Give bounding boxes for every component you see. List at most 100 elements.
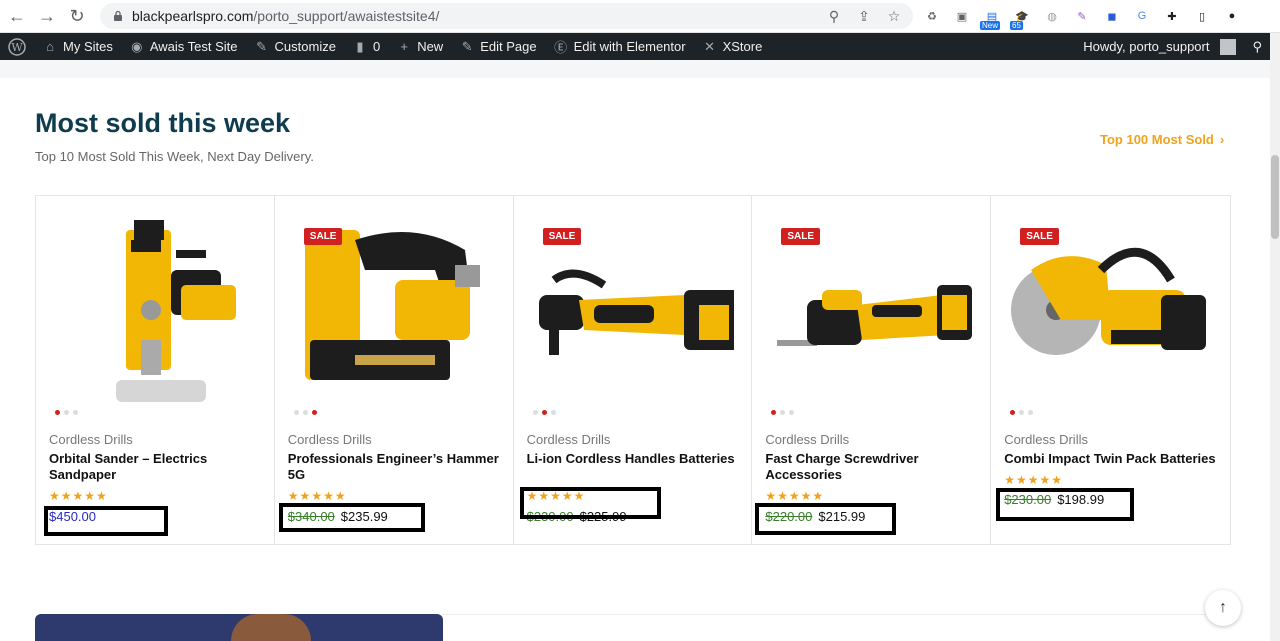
elementor-icon: Ⓔ: [554, 40, 568, 55]
price-highlight-box: [996, 488, 1135, 521]
carousel-dot[interactable]: [311, 410, 317, 415]
recycle-ext-icon[interactable]: ♻: [922, 6, 942, 26]
puzzle-ext-icon[interactable]: ✚: [1162, 6, 1182, 26]
carousel-dot[interactable]: [1019, 410, 1025, 415]
reload-icon[interactable]: ↻: [64, 3, 90, 29]
carousel-dot[interactable]: [1010, 410, 1016, 415]
sale-badge: SALE: [542, 228, 582, 245]
home-icon: ⌂: [46, 39, 54, 54]
product-card[interactable]: SALE Cordless Drills Fast Charge Screwdriv…: [752, 196, 992, 544]
sale-badge: SALE: [781, 228, 821, 245]
address-bar[interactable]: blackpearlspro.com/porto_support/awaiste…: [100, 3, 913, 29]
product-card[interactable]: SALE Cordless Drills Professionals Enginee…: [275, 196, 514, 544]
product-name[interactable]: Fast Charge Screwdriver Accessories: [765, 451, 980, 483]
price-highlight-box: [44, 506, 168, 536]
product-card[interactable]: SALE Cordless Drills Li-ion Cordless Handl…: [514, 196, 753, 544]
product-name[interactable]: Professionals Engineer’s Hammer 5G: [288, 451, 503, 483]
url-path: /porto_support/awaistestsite4/: [253, 8, 440, 24]
camera-ext-icon[interactable]: ▣: [952, 6, 972, 26]
admin-item-awais-test-site[interactable]: ◉ Awais Test Site: [121, 33, 246, 60]
carousel-dot[interactable]: [780, 410, 786, 415]
brush-icon: ✎: [256, 38, 267, 54]
ext-glyph: ◍: [1047, 10, 1057, 23]
sidebar-ext-icon[interactable]: ▯: [1192, 6, 1212, 26]
ext-badge: New: [980, 21, 1001, 30]
comment-icon: ▮: [356, 38, 364, 54]
carousel-dot[interactable]: [532, 410, 538, 415]
product-category[interactable]: Cordless Drills: [288, 432, 372, 447]
ext-glyph: ✚: [1167, 10, 1177, 23]
product-image[interactable]: [56, 210, 256, 406]
carousel-dot[interactable]: [55, 410, 60, 415]
admin-item-new[interactable]: + New: [388, 33, 451, 60]
admin-item-my-sites[interactable]: ⌂ My Sites: [34, 33, 121, 60]
new-ext-icon[interactable]: ▤ New: [980, 6, 1002, 30]
pen-ext-icon[interactable]: ✎: [1072, 6, 1092, 26]
extensions-area: ♻ ▣ ▤ New 🎓 65 ◍ ✎ ◼ G ✚ ▯ ●: [922, 6, 1242, 30]
admin-item-edit-page[interactable]: ✎ Edit Page: [451, 33, 544, 60]
plus-icon: +: [400, 39, 408, 54]
url-text: blackpearlspro.com/porto_support/awaiste…: [132, 8, 439, 24]
sale-badge: SALE: [1020, 228, 1059, 245]
ext-glyph: ▣: [956, 10, 968, 23]
image-carousel-dots: [293, 410, 317, 415]
image-carousel-dots: [55, 410, 78, 415]
admin-item-0[interactable]: ▮ 0: [344, 33, 388, 60]
image-carousel-dots: [771, 410, 795, 415]
divider: [443, 614, 1230, 615]
ext-glyph: ▯: [1198, 10, 1206, 23]
carousel-dot[interactable]: [789, 410, 795, 415]
pencil-icon: ✎: [461, 38, 473, 54]
carousel-dot[interactable]: [1028, 410, 1034, 415]
share-icon[interactable]: ⇪: [855, 7, 873, 25]
product-category[interactable]: Cordless Drills: [527, 432, 611, 447]
product-category[interactable]: Cordless Drills: [49, 432, 133, 447]
product-card[interactable]: Cordless Drills Orbital Sander – Electric…: [36, 196, 275, 544]
product-name[interactable]: Li-ion Cordless Handles Batteries: [527, 451, 742, 467]
globe-ext-icon[interactable]: ◍: [1042, 6, 1062, 26]
carousel-dot[interactable]: [541, 410, 547, 415]
product-name[interactable]: Combi Impact Twin Pack Batteries: [1004, 451, 1219, 467]
scrollbar-thumb[interactable]: [1271, 155, 1279, 239]
carousel-dot[interactable]: [293, 410, 299, 415]
scrollbar-track[interactable]: [1270, 33, 1280, 641]
price-highlight-box: [278, 503, 425, 532]
ext-badge: 65: [1010, 21, 1023, 30]
admin-search-icon[interactable]: ⚲: [1244, 33, 1270, 60]
rating-stars: ★★★★★: [49, 489, 108, 503]
back-icon[interactable]: ←: [4, 3, 30, 29]
carousel-dot[interactable]: [302, 410, 308, 415]
carousel-dot[interactable]: [64, 410, 69, 415]
rating-stars: ★★★★★: [765, 489, 825, 503]
top-100-label: Top 100 Most Sold: [1100, 132, 1214, 147]
video-ext-icon[interactable]: ◼: [1102, 6, 1122, 26]
price-highlight-box: [755, 503, 897, 535]
product-name[interactable]: Orbital Sander – Electrics Sandpaper: [49, 451, 264, 483]
admin-item-label: XStore: [722, 39, 763, 54]
profile-ext-icon[interactable]: ●: [1222, 6, 1242, 26]
zoom-icon[interactable]: ⚲: [825, 7, 843, 25]
forward-icon[interactable]: →: [34, 3, 60, 29]
top-100-link[interactable]: Top 100 Most Sold ›: [1100, 132, 1224, 147]
bookmark-star-icon[interactable]: ☆: [885, 7, 903, 25]
howdy-user[interactable]: Howdy, porto_support: [1075, 33, 1244, 60]
carousel-dot[interactable]: [73, 410, 78, 415]
grad-ext-icon[interactable]: 🎓 65: [1010, 6, 1032, 30]
admin-item-customize[interactable]: ✎ Customize: [246, 33, 344, 60]
product-category[interactable]: Cordless Drills: [1004, 432, 1088, 447]
rating-stars: ★★★★★: [287, 489, 347, 503]
translate-ext-icon[interactable]: G: [1132, 6, 1152, 26]
product-card[interactable]: SALE Cordless Drills Combi Impact Twin Pac…: [991, 196, 1230, 544]
wp-admin-bar: W ⌂ My Sites ◉ Awais Test Site ✎ Customize ▮ 0 +…: [0, 33, 1270, 60]
xstore-icon: ✕: [704, 38, 716, 54]
wp-logo-icon[interactable]: W: [0, 33, 34, 60]
carousel-dot[interactable]: [550, 410, 556, 415]
site-header-strip: [0, 60, 1270, 78]
admin-item-xstore[interactable]: ✕ XStore: [694, 33, 771, 60]
admin-item-label: My Sites: [63, 39, 113, 54]
admin-item-edit-with-elementor[interactable]: Ⓔ Edit with Elementor: [545, 33, 694, 60]
product-category[interactable]: Cordless Drills: [765, 432, 849, 447]
carousel-dot[interactable]: [771, 410, 777, 415]
scroll-to-top-button[interactable]: ↑: [1205, 590, 1241, 626]
arrow-up-icon: ↑: [1219, 599, 1227, 616]
